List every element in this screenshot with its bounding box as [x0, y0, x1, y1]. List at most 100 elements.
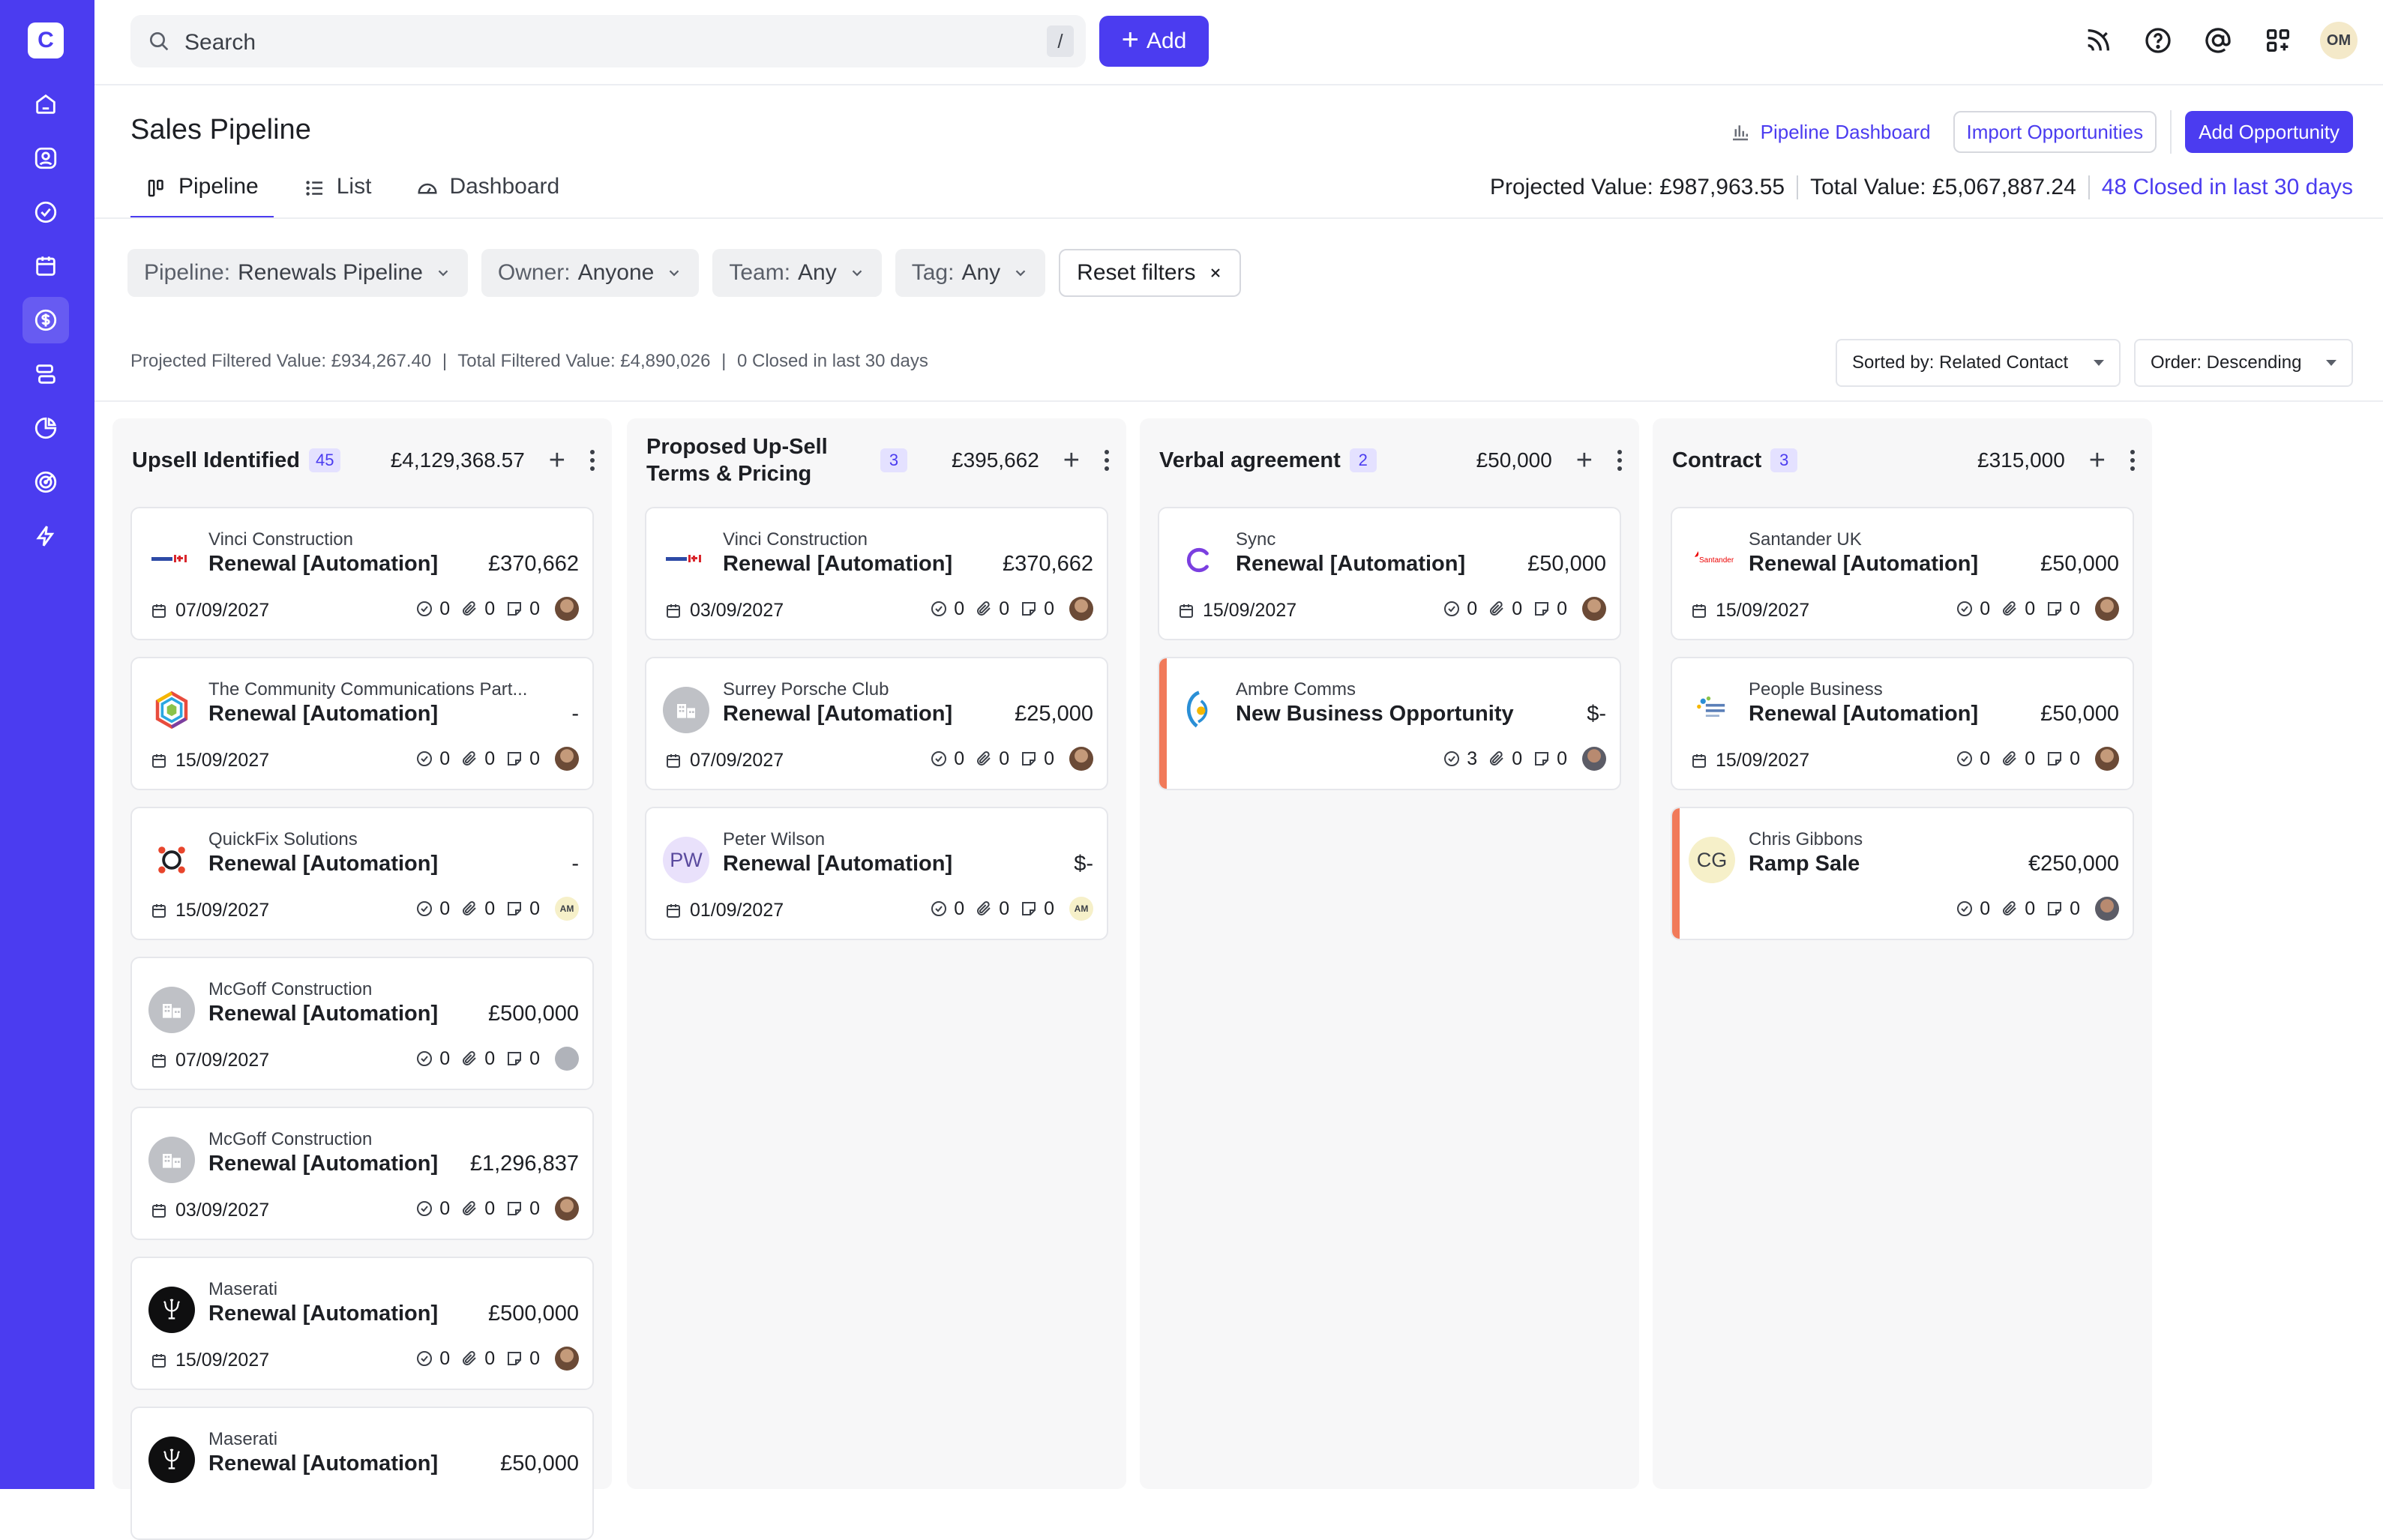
add-opportunity-button[interactable]: Add Opportunity — [2185, 111, 2353, 153]
team-filter[interactable]: Team: Any — [712, 249, 882, 297]
close-date: 15/09/2027 — [1690, 600, 1809, 622]
owner-avatar[interactable] — [1582, 747, 1606, 771]
owner-filter[interactable]: Owner: Anyone — [481, 249, 700, 297]
add-card-icon[interactable]: + — [2089, 446, 2106, 475]
owner-avatar[interactable] — [1069, 597, 1093, 621]
add-button[interactable]: + Add — [1099, 16, 1209, 67]
owner-avatar[interactable] — [2095, 597, 2119, 621]
close-date: 15/09/2027 — [1177, 600, 1296, 622]
app-logo[interactable]: C — [28, 22, 64, 58]
card-stats: 0 0 0 — [415, 1347, 579, 1371]
attachments-count-value: 0 — [999, 748, 1010, 769]
deals-icon[interactable] — [22, 297, 69, 343]
opportunity-card[interactable]: Maserati Renewal [Automation] £500,000 15/0… — [130, 1257, 594, 1390]
deal-amount: £500,000 — [488, 1002, 579, 1026]
import-opportunities-button[interactable]: Import Opportunities — [1953, 111, 2157, 153]
pipeline-dashboard-link[interactable]: Pipeline Dashboard — [1720, 121, 1940, 144]
opportunity-card[interactable]: McGoff Construction Renewal [Automation] £… — [130, 957, 594, 1090]
add-card-icon[interactable]: + — [549, 446, 565, 475]
user-avatar[interactable]: OM — [2320, 22, 2358, 59]
opportunity-card[interactable]: Ambre Comms New Business Opportunity $- 3 0 0 — [1158, 657, 1621, 790]
tab-pipeline[interactable]: Pipeline — [130, 168, 274, 219]
notes-count: 0 — [505, 1198, 540, 1220]
owner-avatar[interactable] — [555, 1347, 579, 1371]
help-icon[interactable] — [2140, 20, 2176, 61]
deal-amount: $- — [1074, 852, 1093, 876]
deal-amount: £1,296,837 — [469, 1152, 579, 1176]
opportunity-card[interactable]: Surrey Porsche Club Renewal [Automation] £… — [645, 657, 1108, 790]
building-icon — [148, 1137, 195, 1183]
owner-avatar[interactable] — [555, 1197, 579, 1221]
company-name: Peter Wilson — [723, 829, 826, 849]
opportunity-card[interactable]: McGoff Construction Renewal [Automation] £… — [130, 1107, 594, 1240]
feed-icon[interactable] — [2080, 20, 2116, 61]
opportunity-card[interactable]: People Business Renewal [Automation] £50,0… — [1671, 657, 2134, 790]
opportunity-card[interactable]: Maserati Renewal [Automation] £50,000 — [130, 1407, 594, 1540]
opportunity-card[interactable]: Sync Renewal [Automation] £50,000 15/09/202… — [1158, 507, 1621, 640]
close-date: 07/09/2027 — [664, 750, 784, 771]
opportunity-card[interactable]: PW Peter Wilson Renewal [Automation] $- 01/0… — [645, 807, 1108, 940]
plus-icon: + — [1121, 23, 1139, 56]
owner-avatar[interactable] — [1582, 597, 1606, 621]
attachments-count-value: 0 — [2025, 897, 2036, 919]
opportunity-card[interactable]: Santander Santander UK Renewal [Automation… — [1671, 507, 2134, 640]
pipeline-filter[interactable]: Pipeline: Renewals Pipeline — [127, 249, 468, 297]
calendar-icon[interactable] — [22, 243, 69, 289]
close-date: 01/09/2027 — [664, 900, 784, 921]
column-total: £315,000 — [1977, 448, 2065, 472]
add-button-label: Add — [1146, 28, 1187, 53]
owner-avatar[interactable]: AM — [1069, 897, 1093, 921]
opportunity-card[interactable]: CG Chris Gibbons Ramp Sale €250,000 0 0 0 — [1671, 807, 2134, 940]
more-options-icon[interactable] — [1617, 450, 1623, 471]
automation-icon[interactable] — [22, 513, 69, 559]
apps-icon[interactable] — [2260, 20, 2296, 61]
team-avatar-icon[interactable] — [555, 1047, 579, 1071]
reports-icon[interactable] — [22, 405, 69, 451]
attachment-icon — [2003, 601, 2016, 616]
opportunity-card[interactable]: Vinci Construction Renewal [Automation] £3… — [130, 507, 594, 640]
opportunity-card[interactable]: QuickFix Solutions Renewal [Automation] - 1… — [130, 807, 594, 940]
opportunity-card[interactable]: The Community Communications Part... Rene… — [130, 657, 594, 790]
more-options-icon[interactable] — [2130, 450, 2136, 471]
home-icon[interactable] — [22, 81, 69, 127]
pipeline-icon[interactable] — [22, 351, 69, 397]
sort-by-select[interactable]: Sorted by: Related Contact — [1836, 339, 2121, 387]
mentions-icon[interactable] — [2200, 20, 2236, 61]
contacts-icon[interactable] — [22, 135, 69, 181]
notes-count: 0 — [2046, 748, 2080, 770]
add-card-icon[interactable]: + — [1576, 446, 1593, 475]
tag-filter[interactable]: Tag: Any — [895, 249, 1046, 297]
order-value: Order: Descending — [2151, 352, 2302, 373]
calendar-icon — [152, 1053, 166, 1068]
more-options-icon[interactable] — [1104, 450, 1110, 471]
reset-filters-button[interactable]: Reset filters — [1059, 249, 1241, 297]
search-placeholder: Search — [184, 30, 256, 55]
opportunity-card[interactable]: Vinci Construction Renewal [Automation] £3… — [645, 507, 1108, 640]
task-check-icon — [1957, 751, 1973, 766]
tasks-count-value: 0 — [439, 748, 451, 769]
pipeline-column: Upsell Identified 45 £4,129,368.57 + Vinci C… — [112, 418, 612, 1540]
tab-list[interactable]: List — [289, 168, 387, 219]
tasks-icon[interactable] — [22, 189, 69, 235]
note-icon — [1022, 752, 1036, 766]
owner-avatar[interactable]: AM — [555, 897, 579, 921]
closed-link[interactable]: 48 Closed in last 30 days — [2102, 175, 2353, 200]
owner-avatar[interactable] — [555, 597, 579, 621]
order-select[interactable]: Order: Descending — [2134, 339, 2353, 387]
search-input[interactable]: Search / — [130, 15, 1086, 67]
deal-title: Renewal [Automation] — [208, 1002, 439, 1026]
tab-dashboard[interactable]: Dashboard — [401, 168, 574, 219]
notes-count-value: 0 — [1557, 748, 1567, 769]
bar-chart-icon — [1732, 125, 1748, 141]
more-options-icon[interactable] — [589, 450, 595, 471]
owner-avatar[interactable] — [2095, 897, 2119, 921]
owner-avatar[interactable] — [555, 747, 579, 771]
goals-icon[interactable] — [22, 459, 69, 505]
card-stats: 0 0 0 — [415, 1197, 579, 1221]
column-header: Proposed Up-Sell Terms & Pricing 3 £395,66… — [646, 433, 1110, 487]
calendar-icon — [1692, 754, 1706, 768]
owner-avatar[interactable] — [2095, 747, 2119, 771]
owner-avatar[interactable] — [1069, 747, 1093, 771]
add-card-icon[interactable]: + — [1063, 446, 1080, 475]
attachments-count: 0 — [1488, 598, 1522, 620]
